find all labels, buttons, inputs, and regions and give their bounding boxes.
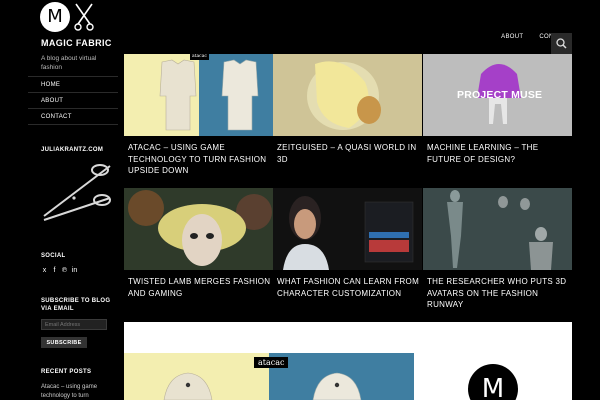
search-button[interactable] — [551, 33, 572, 54]
post-card[interactable]: WHAT FASHION CAN LEARN FROM CHARACTER CU… — [273, 188, 422, 299]
post-card[interactable]: ZEITGUISED – A QUASI WORLD IN 3D — [273, 54, 422, 165]
post-thumbnail[interactable] — [423, 188, 572, 270]
scissors-icon — [74, 3, 94, 31]
image-widget-title[interactable]: JULIAKRANTZ.COM — [41, 147, 103, 153]
featured-post[interactable]: atacac M — [124, 322, 572, 400]
post-overlay-text: PROJECT MUSE — [457, 89, 543, 101]
sidebar-item-contact[interactable]: CONTACT — [28, 109, 118, 125]
logo-m-circle: M — [40, 2, 70, 32]
sidebar-item-home[interactable]: HOME — [28, 77, 118, 93]
twitter-icon[interactable]: x — [41, 267, 48, 274]
post-card[interactable]: TWISTED LAMB MERGES FASHION AND GAMING — [124, 188, 273, 299]
post-card[interactable]: THE RESEARCHER WHO PUTS 3D AVATARS ON TH… — [423, 188, 572, 311]
post-title[interactable]: MACHINE LEARNING – THE FUTURE OF DESIGN? — [423, 142, 572, 165]
post-title[interactable]: THE RESEARCHER WHO PUTS 3D AVATARS ON TH… — [423, 276, 572, 311]
post-thumbnail[interactable] — [273, 188, 422, 270]
sidebar-nav: HOME ABOUT CONTACT — [28, 76, 118, 125]
post-card[interactable]: atacac ATACAC – USING GAME TECHNOLOGY TO… — [124, 54, 273, 177]
post-thumbnail[interactable]: PROJECT MUSE — [423, 54, 572, 136]
recent-posts-title: RECENT POSTS — [41, 369, 92, 375]
site-title[interactable]: MAGIC FABRIC — [41, 38, 112, 48]
featured-image-right — [269, 353, 414, 400]
sidebar-item-about[interactable]: ABOUT — [28, 93, 118, 109]
post-thumbnail[interactable] — [273, 54, 422, 136]
featured-logo: M — [468, 364, 518, 400]
email-field[interactable] — [41, 319, 107, 330]
top-nav-about[interactable]: ABOUT — [501, 34, 523, 40]
post-thumbnail[interactable]: atacac — [124, 54, 273, 136]
facebook-icon[interactable]: f — [51, 267, 58, 274]
site-logo[interactable]: M — [40, 2, 96, 32]
post-title[interactable]: TWISTED LAMB MERGES FASHION AND GAMING — [124, 276, 273, 299]
scissors-illustration[interactable] — [40, 160, 114, 230]
post-title[interactable]: ZEITGUISED – A QUASI WORLD IN 3D — [273, 142, 422, 165]
site-description: A blog about virtual fashion — [41, 55, 97, 71]
social-title: SOCIAL — [41, 253, 66, 259]
top-bar: ABOUT CONTACT — [124, 0, 600, 54]
subscribe-title: SUBSCRIBE TO BLOG VIA EMAIL — [41, 298, 111, 312]
linkedin-icon[interactable]: in — [71, 267, 78, 274]
featured-image-left — [124, 353, 269, 400]
post-tag: atacac — [190, 54, 209, 60]
post-title[interactable]: ATACAC – USING GAME TECHNOLOGY TO TURN F… — [124, 142, 273, 177]
pinterest-icon[interactable]: ℗ — [61, 267, 68, 274]
featured-tag: atacac — [254, 357, 289, 368]
post-card[interactable]: PROJECT MUSE MACHINE LEARNING – THE FUTU… — [423, 54, 572, 165]
subscribe-button[interactable]: SUBSCRIBE — [41, 337, 87, 348]
post-title[interactable]: WHAT FASHION CAN LEARN FROM CHARACTER CU… — [273, 276, 422, 299]
sidebar: M MAGIC FABRIC A blog about virtual fash… — [0, 0, 124, 400]
search-icon — [556, 38, 567, 49]
post-thumbnail[interactable] — [124, 188, 273, 270]
recent-post-link[interactable]: Atacac – using game technology to turn — [41, 383, 111, 400]
social-links: x f ℗ in — [41, 267, 78, 274]
